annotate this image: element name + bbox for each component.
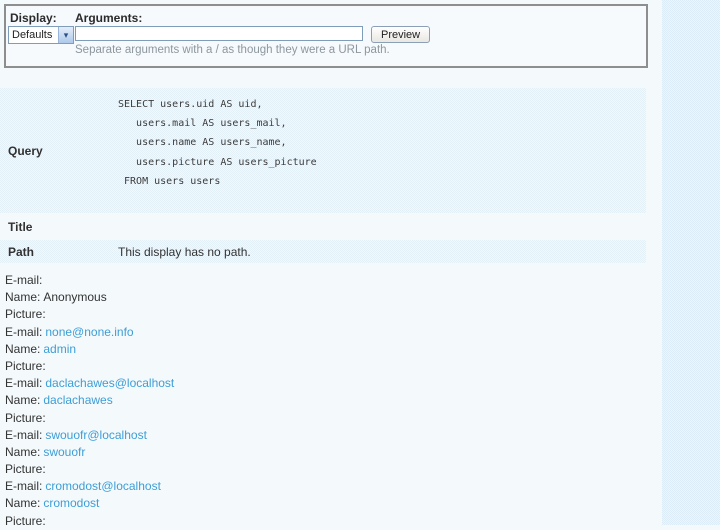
path-value: This display has no path. (118, 244, 251, 259)
path-row: Path This display has no path. (0, 240, 646, 263)
title-row: Title (0, 213, 646, 240)
result-field-row: Name: swouofr (0, 444, 660, 461)
result-field-row: E-mail: cromodost@localhost (0, 478, 660, 495)
user-link[interactable]: cromodost (43, 496, 99, 510)
result-field-label: Name: (5, 496, 41, 511)
user-link[interactable]: daclachawes@localhost (45, 376, 174, 390)
preview-info-table: Query SELECT users.uid AS uid, users.mai… (0, 88, 646, 263)
result-field-label: E-mail: (5, 479, 43, 494)
page-background-rail (662, 0, 720, 525)
preview-arguments-fieldset: Display: Defaults ▾ Arguments: Preview S… (4, 4, 648, 68)
result-field-row: Picture: (0, 513, 660, 530)
result-field-row: Name: admin (0, 341, 660, 358)
user-link[interactable]: swouofr@localhost (45, 428, 147, 442)
query-label: Query (8, 143, 43, 158)
result-field-row: Name: Anonymous (0, 289, 660, 306)
result-field-label: E-mail: (5, 324, 43, 339)
user-link[interactable]: none@none.info (45, 325, 133, 339)
result-field-row: Picture: (0, 358, 660, 375)
title-label: Title (8, 219, 33, 234)
result-field-label: Name: (5, 341, 41, 356)
result-field-row: E-mail: daclachawes@localhost (0, 375, 660, 392)
result-field-row: Picture: (0, 461, 660, 478)
result-field-label: Picture: (5, 307, 46, 322)
result-field-row: E-mail: none@none.info (0, 324, 660, 341)
arguments-input[interactable] (75, 26, 363, 41)
result-field-row: E-mail: swouofr@localhost (0, 427, 660, 444)
preview-button[interactable]: Preview (371, 26, 431, 43)
query-sql: SELECT users.uid AS uid, users.mail AS u… (118, 99, 317, 187)
result-field-label: Name: (5, 393, 41, 408)
result-field-label: Picture: (5, 462, 46, 477)
chevron-down-icon: ▾ (58, 27, 73, 43)
user-link[interactable]: daclachawes (43, 393, 112, 407)
result-field-label: Picture: (5, 410, 46, 425)
result-field-label: Picture: (5, 358, 46, 373)
result-field-row: Name: cromodost (0, 495, 660, 512)
result-field-label: Picture: (5, 513, 46, 528)
result-field-label: E-mail: (5, 376, 43, 391)
result-field-label: Name: (5, 290, 41, 305)
arguments-label: Arguments: (75, 11, 143, 25)
user-link[interactable]: admin (43, 342, 76, 356)
user-link[interactable]: swouofr (43, 445, 85, 459)
display-label: Display: (10, 11, 57, 25)
result-field-label: E-mail: (5, 273, 43, 287)
arguments-help-text: Separate arguments with a / as though th… (75, 44, 390, 56)
result-field-row: Picture: (0, 306, 660, 323)
user-link[interactable]: cromodost@localhost (45, 479, 161, 493)
preview-results: E-mail: Name: Anonymous Picture: E-mail: n… (0, 272, 660, 530)
result-field-value: Anonymous (43, 290, 107, 305)
path-label: Path (8, 244, 35, 259)
display-select[interactable]: Defaults ▾ (8, 26, 74, 44)
result-field-label: Name: (5, 444, 41, 459)
query-row: Query SELECT users.uid AS uid, users.mai… (0, 88, 646, 213)
result-field-row: E-mail: (0, 272, 660, 289)
result-field-row: Name: daclachawes (0, 392, 660, 409)
result-field-label: E-mail: (5, 427, 43, 442)
result-field-row: Picture: (0, 410, 660, 427)
display-select-value: Defaults (12, 29, 53, 41)
